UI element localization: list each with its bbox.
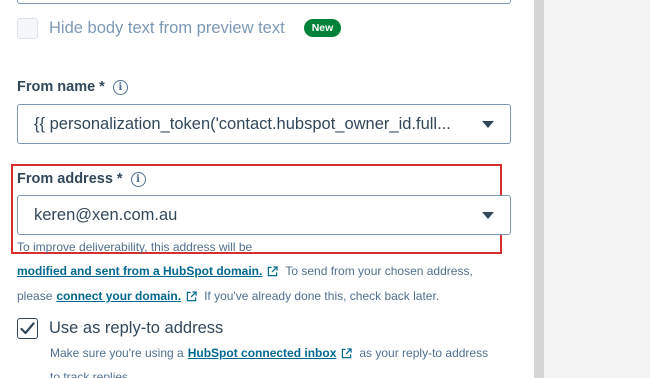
help-text: Make sure you're using a: [50, 346, 184, 360]
help-text: to track replies.: [50, 370, 132, 378]
from-name-select[interactable]: {{ personalization_token('contact.hubspo…: [17, 104, 511, 144]
hide-body-text-option: Hide body text from preview text New: [17, 17, 342, 39]
new-badge: New: [303, 19, 342, 37]
help-text: To send from your chosen address,: [285, 264, 473, 278]
reply-to-checkbox[interactable]: [17, 318, 38, 339]
external-link-icon[interactable]: [267, 265, 279, 277]
caret-down-icon: [482, 212, 494, 219]
from-address-label-row: From address * i: [17, 171, 146, 187]
reply-to-label: Use as reply-to address: [49, 319, 224, 337]
external-link-icon[interactable]: [341, 347, 353, 359]
from-name-label-row: From name * i: [17, 79, 128, 95]
help-text: as your reply-to address: [359, 346, 489, 360]
caret-down-icon: [482, 121, 494, 128]
help-text: To improve deliverability, this address …: [17, 240, 253, 254]
from-address-help-line-1: To improve deliverability, this address …: [17, 240, 252, 254]
external-link-icon[interactable]: [186, 290, 197, 302]
reply-to-help-line-2: to track replies.: [50, 370, 131, 378]
email-settings-panel: Hide body text from preview text New Fro…: [0, 0, 534, 378]
checkmark-icon: [20, 322, 35, 335]
from-address-help-line-3: please connect your domain. If you've al…: [17, 289, 439, 303]
connect-domain-link[interactable]: connect your domain.: [56, 289, 181, 303]
info-icon[interactable]: i: [112, 79, 128, 95]
panel-divider[interactable]: [534, 0, 544, 378]
hide-body-text-label: Hide body text from preview text: [49, 18, 285, 37]
connected-inbox-link[interactable]: HubSpot connected inbox: [188, 346, 337, 360]
previous-input-field[interactable]: [17, 0, 511, 4]
from-address-help-line-2: modified and sent from a HubSpot domain.…: [17, 264, 473, 278]
from-address-select[interactable]: keren@xen.com.au: [17, 195, 511, 235]
from-name-value: {{ personalization_token('contact.hubspo…: [34, 114, 451, 133]
hide-body-text-checkbox[interactable]: [17, 17, 38, 39]
from-address-value: keren@xen.com.au: [34, 205, 178, 224]
help-text: please: [17, 289, 53, 303]
help-text: If you've already done this, check back …: [204, 289, 440, 303]
reply-to-help-line-1: Make sure you're using a HubSpot connect…: [50, 346, 488, 360]
info-icon[interactable]: i: [130, 171, 146, 187]
preview-pane: [544, 0, 650, 378]
from-address-label: From address *: [17, 171, 123, 187]
from-name-label: From name *: [17, 79, 105, 95]
hubspot-domain-link[interactable]: modified and sent from a HubSpot domain.: [17, 264, 262, 278]
reply-to-option: Use as reply-to address: [17, 318, 223, 339]
